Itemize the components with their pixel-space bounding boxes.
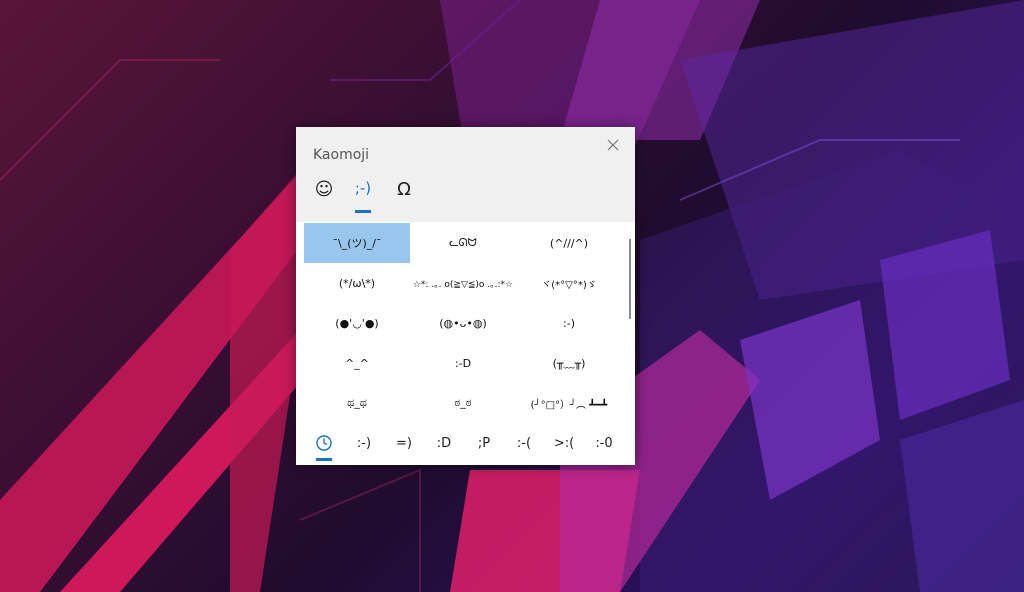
recent-kaomoji[interactable]: ;P [464,425,504,461]
close-button[interactable] [599,133,627,157]
kaomoji-item[interactable]: (*/ω\*) [304,263,410,303]
kaomoji-item[interactable]: ¯\_(ツ)_/¯ [304,223,410,263]
recent-kaomoji[interactable]: =) [384,425,424,461]
desktop-wallpaper: Kaomoji ☺ ;-) Ω ¯\_(ツ)_/¯ ᓚᘏᗢ (^///^) (*… [0,0,1024,592]
kaomoji-item[interactable]: ᓚᘏᗢ [410,223,516,263]
kaomoji-item[interactable]: (╥﹏╥) [516,343,622,383]
kaomoji-item[interactable]: :-) [516,303,622,343]
active-tab-indicator [355,210,371,213]
tab-kaomoji[interactable]: ;-) [348,179,378,213]
kaomoji-item[interactable]: ヾ(*°▽°*)ゞ [516,263,622,303]
recents-tab[interactable] [304,425,344,461]
panel-title: Kaomoji [313,147,370,163]
close-icon [607,139,619,151]
recent-kaomoji[interactable]: :-0 [584,425,624,461]
kaomoji-item[interactable]: ☆*: .｡. o(≧▽≦)o .｡.:*☆ [410,263,516,303]
kaomoji-item[interactable]: (●'◡'●) [304,303,410,343]
recent-kaomoji[interactable]: >:( [544,425,584,461]
kaomoji-item[interactable]: (◍•ᴗ•◍) [410,303,516,343]
recent-kaomoji[interactable]: :D [424,425,464,461]
kaomoji-item[interactable]: ಠ_ಠ [410,383,516,423]
kaomoji-item[interactable]: ಥ_ಥ [304,383,410,423]
kaomoji-grid: ¯\_(ツ)_/¯ ᓚᘏᗢ (^///^) (*/ω\*) ☆*: .｡. o(… [304,223,622,423]
recent-kaomoji[interactable]: :-) [344,425,384,461]
kaomoji-item[interactable]: ^_^ [304,343,410,383]
tab-kaomoji-label: ;-) [354,179,372,197]
panel-header [296,127,635,222]
kaomoji-item[interactable]: (^///^) [516,223,622,263]
tab-emoji[interactable]: ☺ [310,179,338,213]
tab-symbols[interactable]: Ω [390,179,418,213]
kaomoji-panel: Kaomoji ☺ ;-) Ω ¯\_(ツ)_/¯ ᓚᘏᗢ (^///^) (*… [296,127,635,465]
smiley-icon: ☺ [314,179,334,200]
omega-icon: Ω [397,179,411,200]
grid-scrollbar[interactable] [629,239,631,319]
recent-kaomoji[interactable]: :-( [504,425,544,461]
clock-icon [316,435,332,451]
active-recents-indicator [316,458,332,461]
recents-bar: :-) =) :D ;P :-( >:( :-0 [304,425,624,461]
kaomoji-item[interactable]: (╯°□°）╯︵ ┻━┻ [516,383,622,423]
kaomoji-item[interactable]: :-D [410,343,516,383]
